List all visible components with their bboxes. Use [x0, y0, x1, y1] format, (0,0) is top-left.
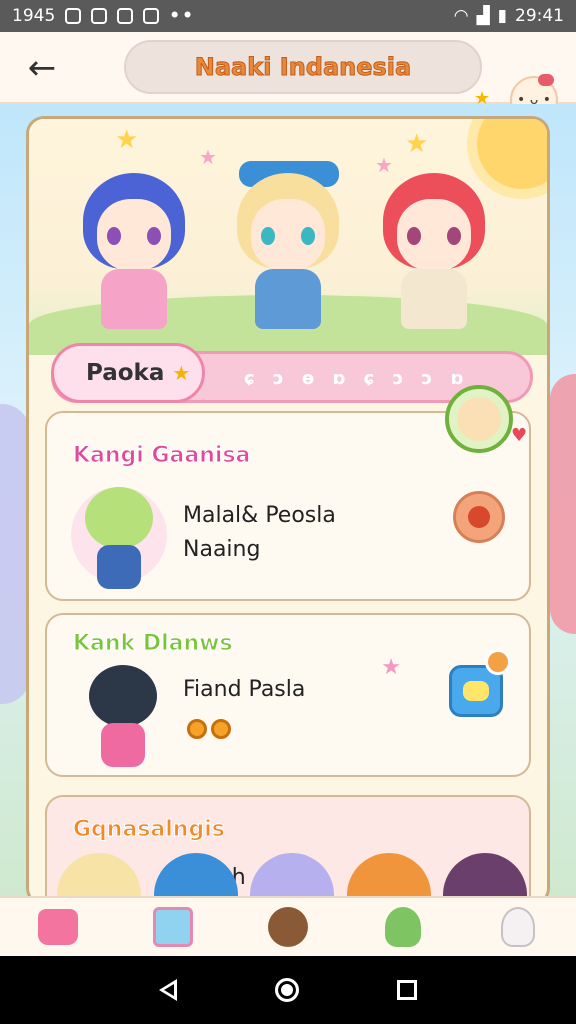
sparkle-icon: ★ [199, 145, 217, 169]
peach-button[interactable] [453, 491, 505, 543]
avatar-hair [89, 665, 157, 727]
bag-icon [37, 909, 78, 945]
avatar-body [101, 723, 145, 767]
lock-icon [117, 8, 134, 24]
arrow-left-icon: ← [27, 48, 57, 88]
character-red-hair [375, 155, 493, 333]
section-tag-button[interactable]: Paoka ★ [51, 343, 205, 403]
avatar [71, 483, 167, 593]
side-character-right [550, 374, 576, 634]
sparkle-icon: ★ [115, 125, 139, 155]
app-bar: ← Naaki Indanesia ★ • ᴗ • [0, 32, 576, 124]
character-blue-hair [75, 155, 193, 333]
nav-frog-button[interactable] [375, 902, 431, 952]
nav-bag-button[interactable] [30, 902, 86, 952]
hero-illustration: ★ ★ ★ ★ [29, 119, 547, 355]
avatar-hair [85, 487, 153, 549]
card-title: Kangi Gaanisa [72, 443, 251, 469]
card-title: Gqnasalngis [73, 817, 226, 843]
character-group [57, 853, 527, 896]
character-card[interactable]: Gqnasalngis Giach [45, 795, 531, 896]
photo-icon [91, 8, 108, 24]
bow-icon [538, 74, 554, 86]
peach-icon [468, 506, 490, 528]
character-head [153, 853, 238, 896]
body [255, 269, 321, 329]
system-recents-button[interactable] [397, 980, 417, 1000]
nav-ghost-button[interactable] [490, 902, 546, 952]
character-card[interactable]: Kank Dlanws Fiand Pasla ★ [45, 613, 531, 777]
signal-icon: ▟ [476, 6, 490, 26]
chat-bubble-avatar[interactable] [445, 385, 513, 453]
section-tag-label: Paoka [86, 360, 165, 386]
star-icon: ★ [172, 361, 191, 385]
cookie-icon [267, 907, 308, 947]
page-title: Naaki Indanesia [194, 53, 412, 82]
avatar [81, 661, 165, 771]
eyes [261, 227, 315, 245]
avatar-body [97, 545, 141, 589]
system-nav-bar [0, 956, 576, 1024]
battery-icon: ▮ [497, 6, 507, 26]
back-button[interactable]: ← [20, 48, 64, 88]
smile-square-icon [463, 681, 489, 701]
wifi-icon: ◠ [453, 6, 469, 26]
system-home-button[interactable] [275, 978, 299, 1002]
laughing-face-icon [457, 397, 501, 441]
system-back-button[interactable] [159, 979, 177, 1001]
nav-cookie-button[interactable] [260, 902, 316, 952]
notification-icon [65, 8, 82, 24]
card-line: Naaing [183, 537, 261, 562]
card-line: Fiand Pasla [183, 677, 306, 702]
nav-cup-button[interactable] [145, 902, 201, 952]
character-head [346, 853, 431, 896]
heart-icon: ♥ [511, 425, 528, 446]
frog-icon [385, 907, 422, 947]
banner-decoration: ɕ ɔ ɵ ɒ ɕ ɔ ɔ ɒ [244, 368, 470, 389]
ghost-icon [501, 907, 536, 947]
character-head [250, 853, 334, 896]
status-time-left: 1945 [12, 6, 56, 26]
status-left: 1945 •• [12, 6, 195, 26]
character-head [443, 853, 527, 896]
bookmark-icon [143, 8, 160, 24]
character-blonde-hair [229, 155, 347, 333]
status-right: ◠ ▟ ▮ 29:41 [454, 6, 564, 26]
eyes [407, 227, 461, 245]
bottom-nav [0, 896, 576, 956]
status-bar: 1945 •• ◠ ▟ ▮ 29:41 [0, 0, 576, 32]
status-time-right: 29:41 [515, 6, 564, 26]
eyes [107, 227, 161, 245]
title-pill: Naaki Indanesia [124, 40, 482, 94]
card-text: Malal& Peosla Naaing [183, 499, 336, 567]
eyes-icon [187, 719, 231, 739]
card-text: Fiand Pasla [183, 673, 305, 707]
content-board: ★ ★ ★ ★ ɕ ɔ ɵ ɒ ɕ ɔ ɔ ɒ Paoka ★ Kangi Ga… [26, 116, 550, 896]
more-dots: •• [169, 6, 195, 26]
cup-icon [152, 907, 193, 947]
character-head [57, 853, 141, 896]
star-icon: ★ [381, 655, 401, 680]
card-line: Malal& Peosla [183, 503, 336, 528]
notification-dot [485, 649, 511, 675]
body [101, 269, 167, 329]
main-content[interactable]: ★ ★ ★ ★ ɕ ɔ ɵ ɒ ɕ ɔ ɔ ɒ Paoka ★ Kangi Ga… [0, 104, 576, 896]
body [401, 269, 467, 329]
card-title: Kank Dlanws [73, 631, 234, 657]
